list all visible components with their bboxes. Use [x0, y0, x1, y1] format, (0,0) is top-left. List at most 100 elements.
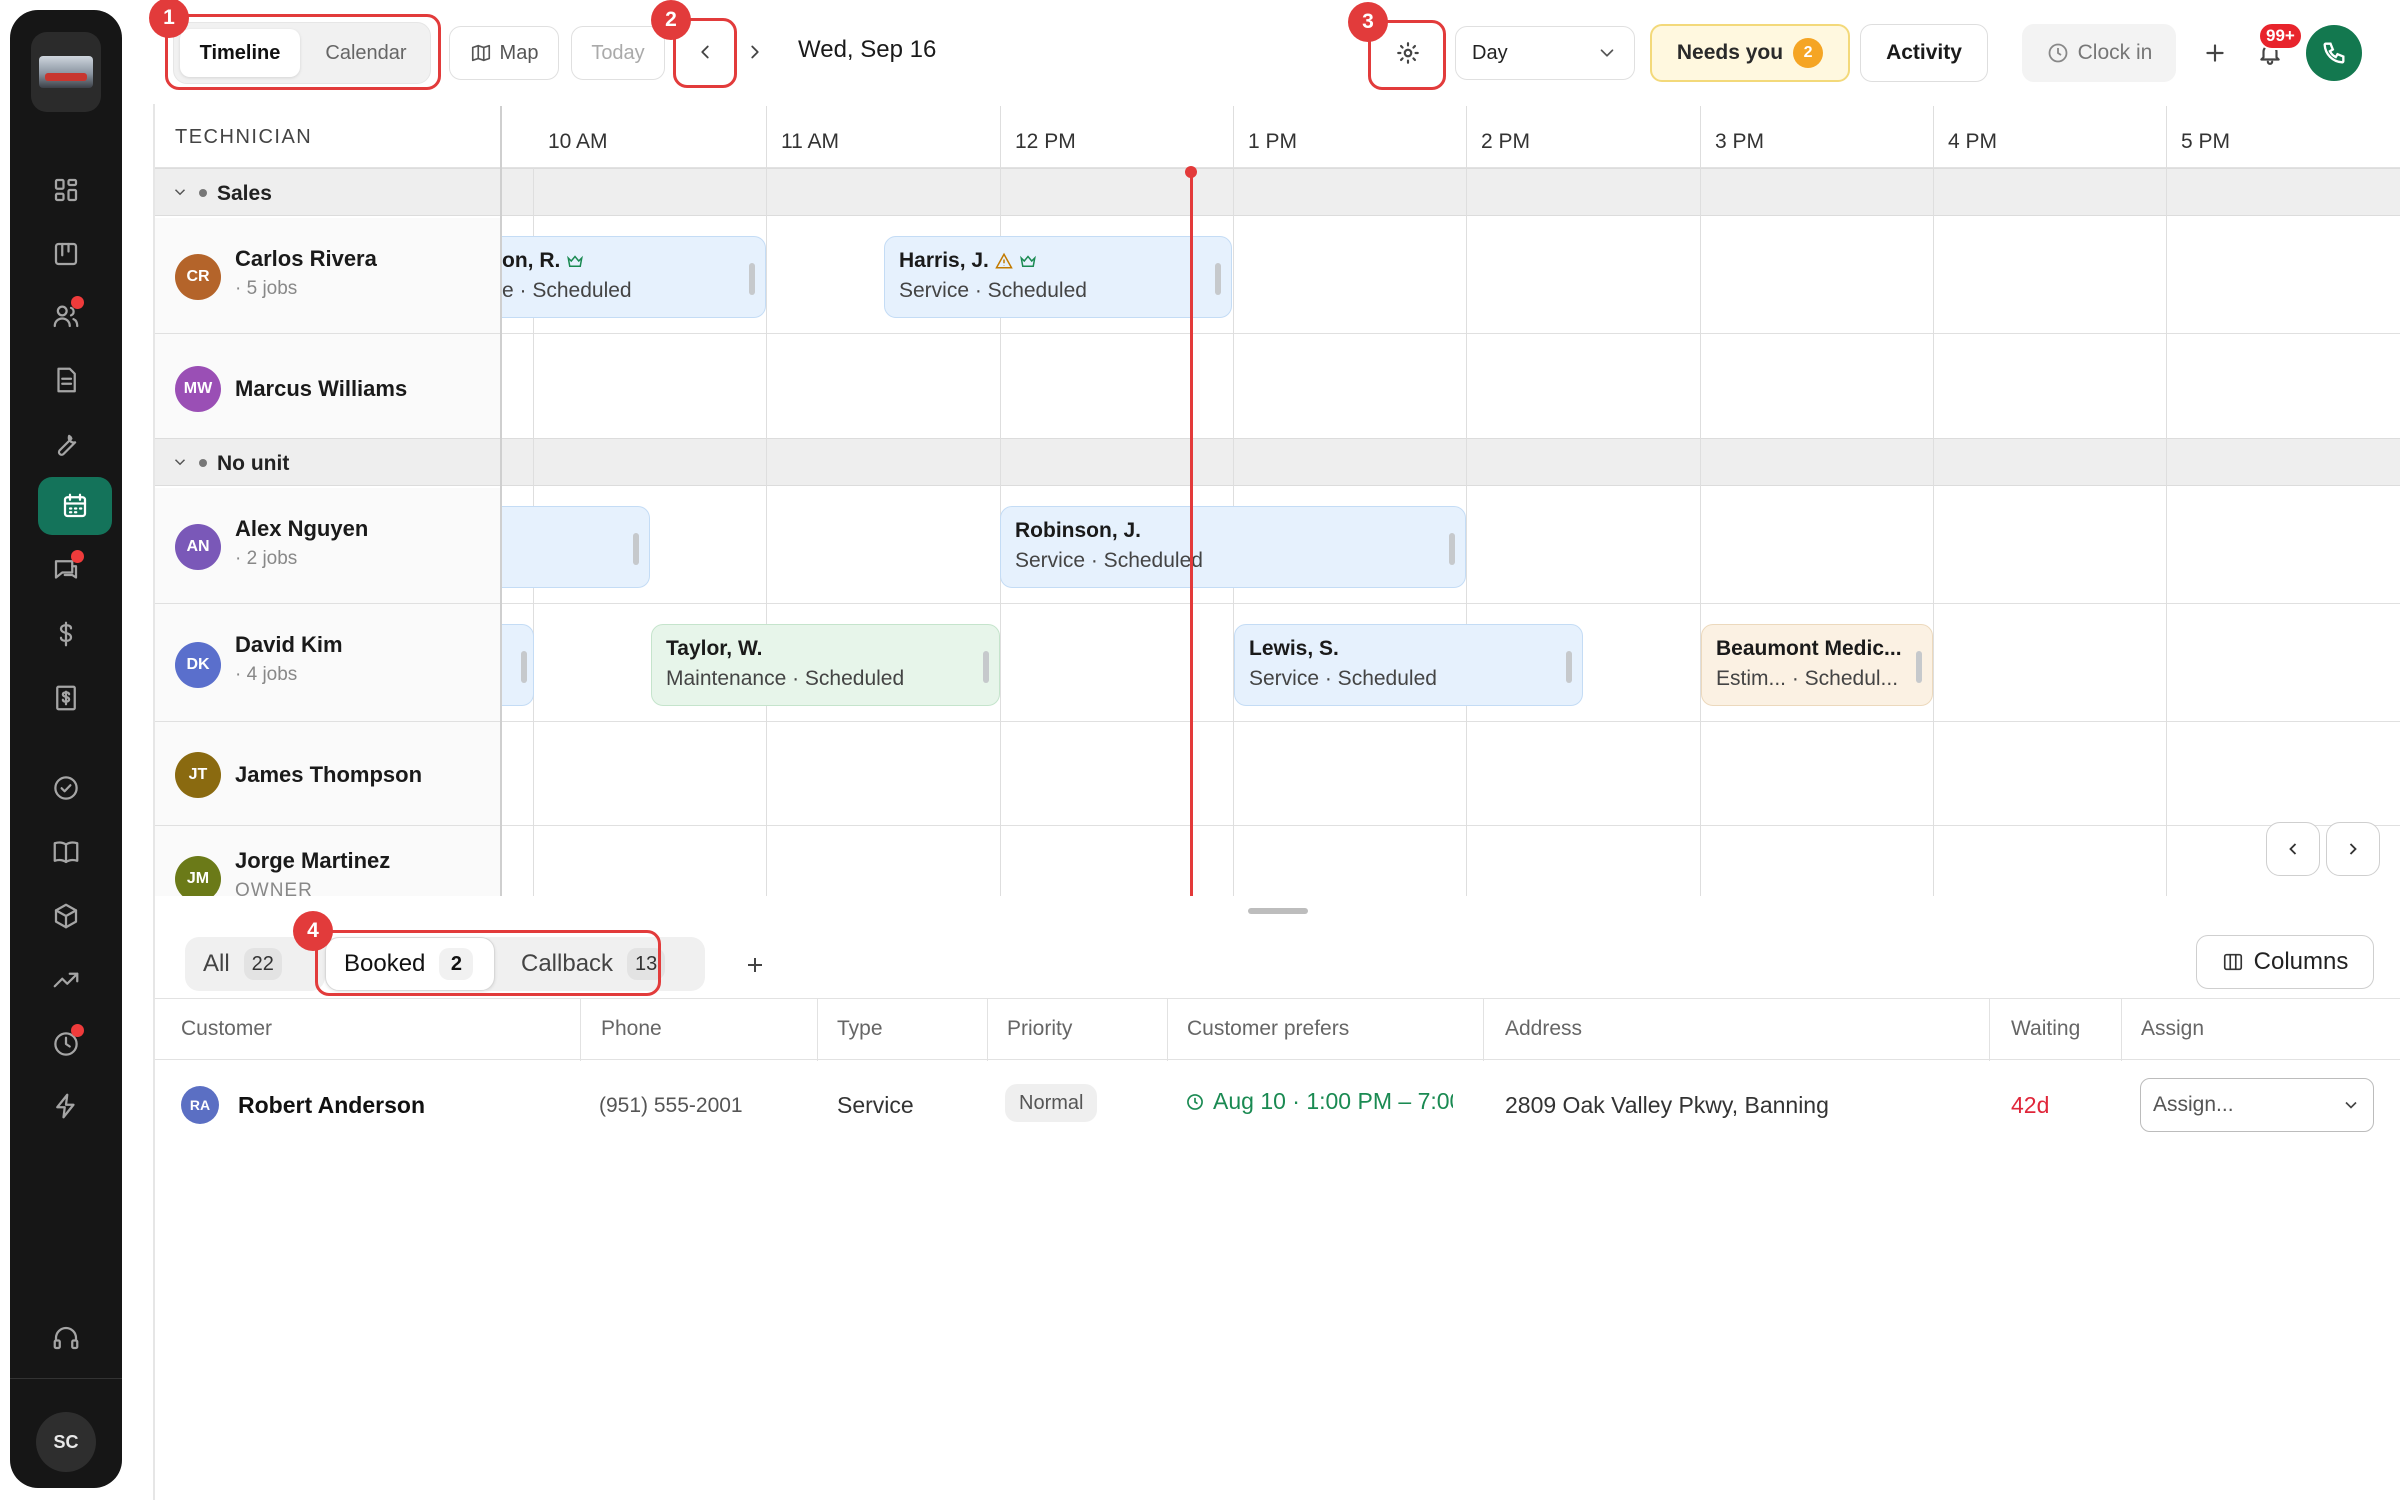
map-button[interactable]: Map [449, 26, 559, 80]
today-button[interactable]: Today [571, 26, 665, 80]
calendar-icon[interactable] [38, 477, 112, 535]
column-header[interactable]: Customer [181, 1017, 272, 1041]
view-toggle: Timeline Calendar [173, 22, 431, 84]
add-tab-button[interactable] [737, 947, 773, 983]
columns-label: Columns [2253, 948, 2349, 975]
job-card[interactable]: Robinson, J. Service · Scheduled [1000, 506, 1466, 588]
group-row-no-unit[interactable]: No unit [155, 438, 2400, 486]
avatar: RA [181, 1086, 219, 1124]
job-status: Service · Scheduled [1249, 667, 1437, 690]
resize-handle[interactable] [1566, 651, 1572, 683]
job-card[interactable]: Harris, J. Service · Scheduled [884, 236, 1232, 318]
resize-handle[interactable] [983, 651, 989, 683]
customer-name[interactable]: Robert Anderson [238, 1092, 425, 1119]
job-card[interactable]: Beaumont Medic... Estim... · Schedul... [1701, 624, 1933, 706]
job-card[interactable]: Lewis, S. Service · Scheduled [1234, 624, 1583, 706]
invoice-icon[interactable] [40, 672, 92, 724]
job-customer: Taylor, W. [666, 637, 763, 660]
tech-row-carlos-rivera: CR Carlos Rivera · 5 jobs [155, 218, 2400, 334]
resize-handle[interactable] [521, 651, 527, 683]
column-header[interactable]: Priority [1007, 1017, 1072, 1041]
notification-count-badge: 99+ [2258, 22, 2303, 50]
job-customer: Lewis, S. [1249, 637, 1339, 660]
clock-in-button[interactable]: Clock in [2022, 24, 2176, 82]
address: 2809 Oak Valley Pkwy, Banning [1505, 1092, 1829, 1118]
chat-icon[interactable] [40, 544, 92, 596]
check-circle-icon[interactable] [40, 762, 92, 814]
phone-button[interactable] [2306, 25, 2362, 81]
job-customer: Robinson, J. [1015, 519, 1141, 542]
company-logo[interactable] [31, 32, 101, 112]
job-status: Service · Scheduled [899, 279, 1087, 302]
column-header[interactable]: Address [1505, 1017, 1582, 1041]
sidebar: SC [10, 10, 122, 1488]
resize-handle[interactable] [749, 263, 755, 295]
job-status: Estim... · Schedul... [1716, 667, 1899, 690]
plus-icon [748, 958, 762, 972]
customers-icon[interactable] [40, 290, 92, 342]
resize-handle[interactable] [1449, 533, 1455, 565]
job-card[interactable]: on, R. e · Scheduled [502, 236, 766, 318]
crown-icon [1019, 255, 1036, 267]
user-avatar[interactable]: SC [36, 1412, 96, 1472]
tab-timeline[interactable]: Timeline [180, 29, 300, 77]
avatar: DK [175, 642, 221, 688]
column-header[interactable]: Waiting [2011, 1017, 2080, 1041]
board-icon[interactable] [40, 228, 92, 280]
package-icon[interactable] [40, 890, 92, 942]
columns-button[interactable]: Columns [2196, 935, 2374, 989]
tech-name: David Kim [235, 632, 343, 657]
activity-button[interactable]: Activity [1860, 24, 1988, 82]
notification-dot [71, 1024, 84, 1037]
avatar: CR [175, 254, 221, 300]
hour-label: 2 PM [1481, 130, 1531, 153]
dashboard-icon[interactable] [40, 164, 92, 216]
resize-handle[interactable] [1215, 263, 1221, 295]
resize-handle[interactable] [1916, 651, 1922, 683]
history-icon[interactable] [40, 1018, 92, 1070]
column-header[interactable]: Customer prefers [1187, 1017, 1349, 1041]
chevron-down-icon [174, 189, 186, 196]
range-select[interactable]: Day [1455, 26, 1635, 80]
dollar-icon[interactable] [40, 608, 92, 660]
book-icon[interactable] [40, 826, 92, 878]
table-header: Customer Phone Type Priority Customer pr… [155, 998, 2400, 1061]
wrench-icon[interactable] [40, 418, 92, 470]
trend-icon[interactable] [40, 954, 92, 1006]
document-icon[interactable] [40, 354, 92, 406]
headset-icon[interactable] [40, 1312, 92, 1364]
timeline-header: TECHNICIAN 10 AM 11 AM 12 PM 1 PM 2 PM 3… [155, 106, 2400, 168]
tech-name: Carlos Rivera [235, 246, 377, 271]
column-header[interactable]: Assign [2141, 1017, 2204, 1041]
add-button[interactable] [2190, 28, 2240, 78]
tab-calendar[interactable]: Calendar [306, 29, 426, 77]
clock-icon [1187, 1093, 1203, 1110]
lightning-icon[interactable] [40, 1080, 92, 1132]
column-header[interactable]: Type [837, 1017, 883, 1041]
queue-table: Customer Phone Type Priority Customer pr… [155, 998, 2400, 1500]
assign-select[interactable]: Assign... [2140, 1078, 2374, 1132]
tech-row-marcus-williams: MW Marcus Williams [155, 334, 2400, 444]
column-header[interactable]: Phone [601, 1017, 662, 1041]
tech-row-jorge-martinez: JM Jorge Martinez OWNER [155, 826, 2400, 896]
resize-handle[interactable] [633, 533, 639, 565]
job-card[interactable] [502, 506, 650, 588]
job-card[interactable] [502, 624, 534, 706]
tab-callback[interactable]: Callback 13 [475, 937, 705, 991]
needs-you-button[interactable]: Needs you 2 [1650, 24, 1850, 82]
job-card[interactable]: Taylor, W. Maintenance · Scheduled [651, 624, 1000, 706]
prev-day-button[interactable] [683, 30, 727, 74]
tab-booked[interactable]: Booked 2 [325, 937, 495, 991]
toolbar: Timeline Calendar Map Today Wed, Sep 16 … [149, 0, 2400, 104]
tech-name: Alex Nguyen [235, 516, 369, 541]
job-status: Service · Scheduled [1015, 549, 1203, 572]
group-row-sales[interactable]: Sales [155, 168, 2400, 216]
panel-resize-handle[interactable] [1248, 908, 1308, 914]
scroll-left-button[interactable] [2266, 822, 2320, 876]
scroll-right-button[interactable] [2326, 822, 2380, 876]
tab-label: Callback [521, 950, 614, 977]
map-label: Map [499, 41, 539, 64]
hour-label: 10 AM [548, 130, 608, 153]
next-day-button[interactable] [737, 30, 773, 74]
content-border [153, 104, 155, 1500]
